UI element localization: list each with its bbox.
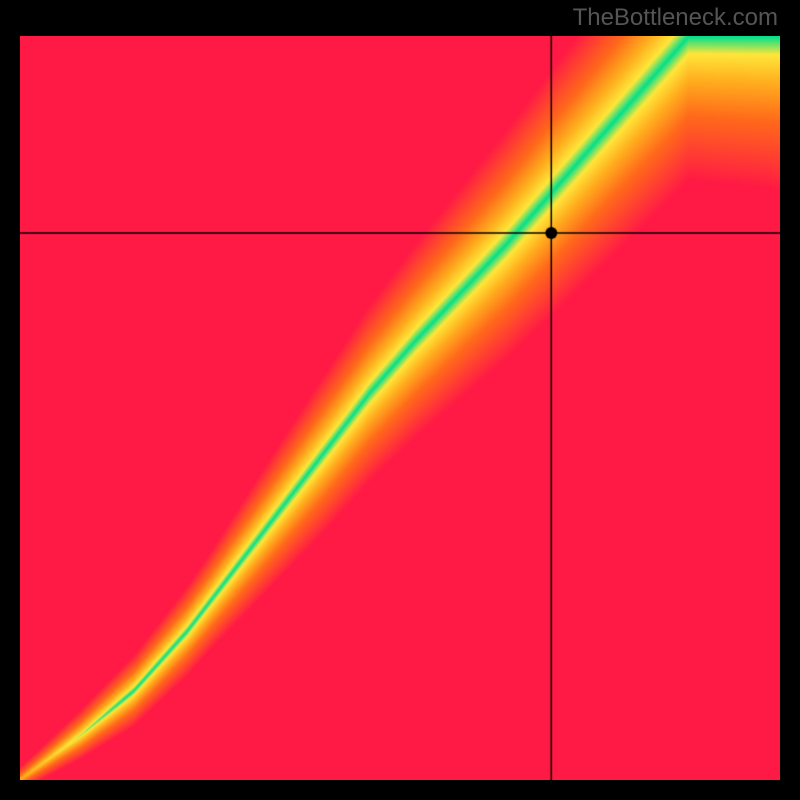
chart-container: TheBottleneck.com xyxy=(0,0,800,800)
heatmap-canvas xyxy=(20,36,780,780)
plot-area xyxy=(20,36,780,780)
watermark-text: TheBottleneck.com xyxy=(573,4,778,32)
